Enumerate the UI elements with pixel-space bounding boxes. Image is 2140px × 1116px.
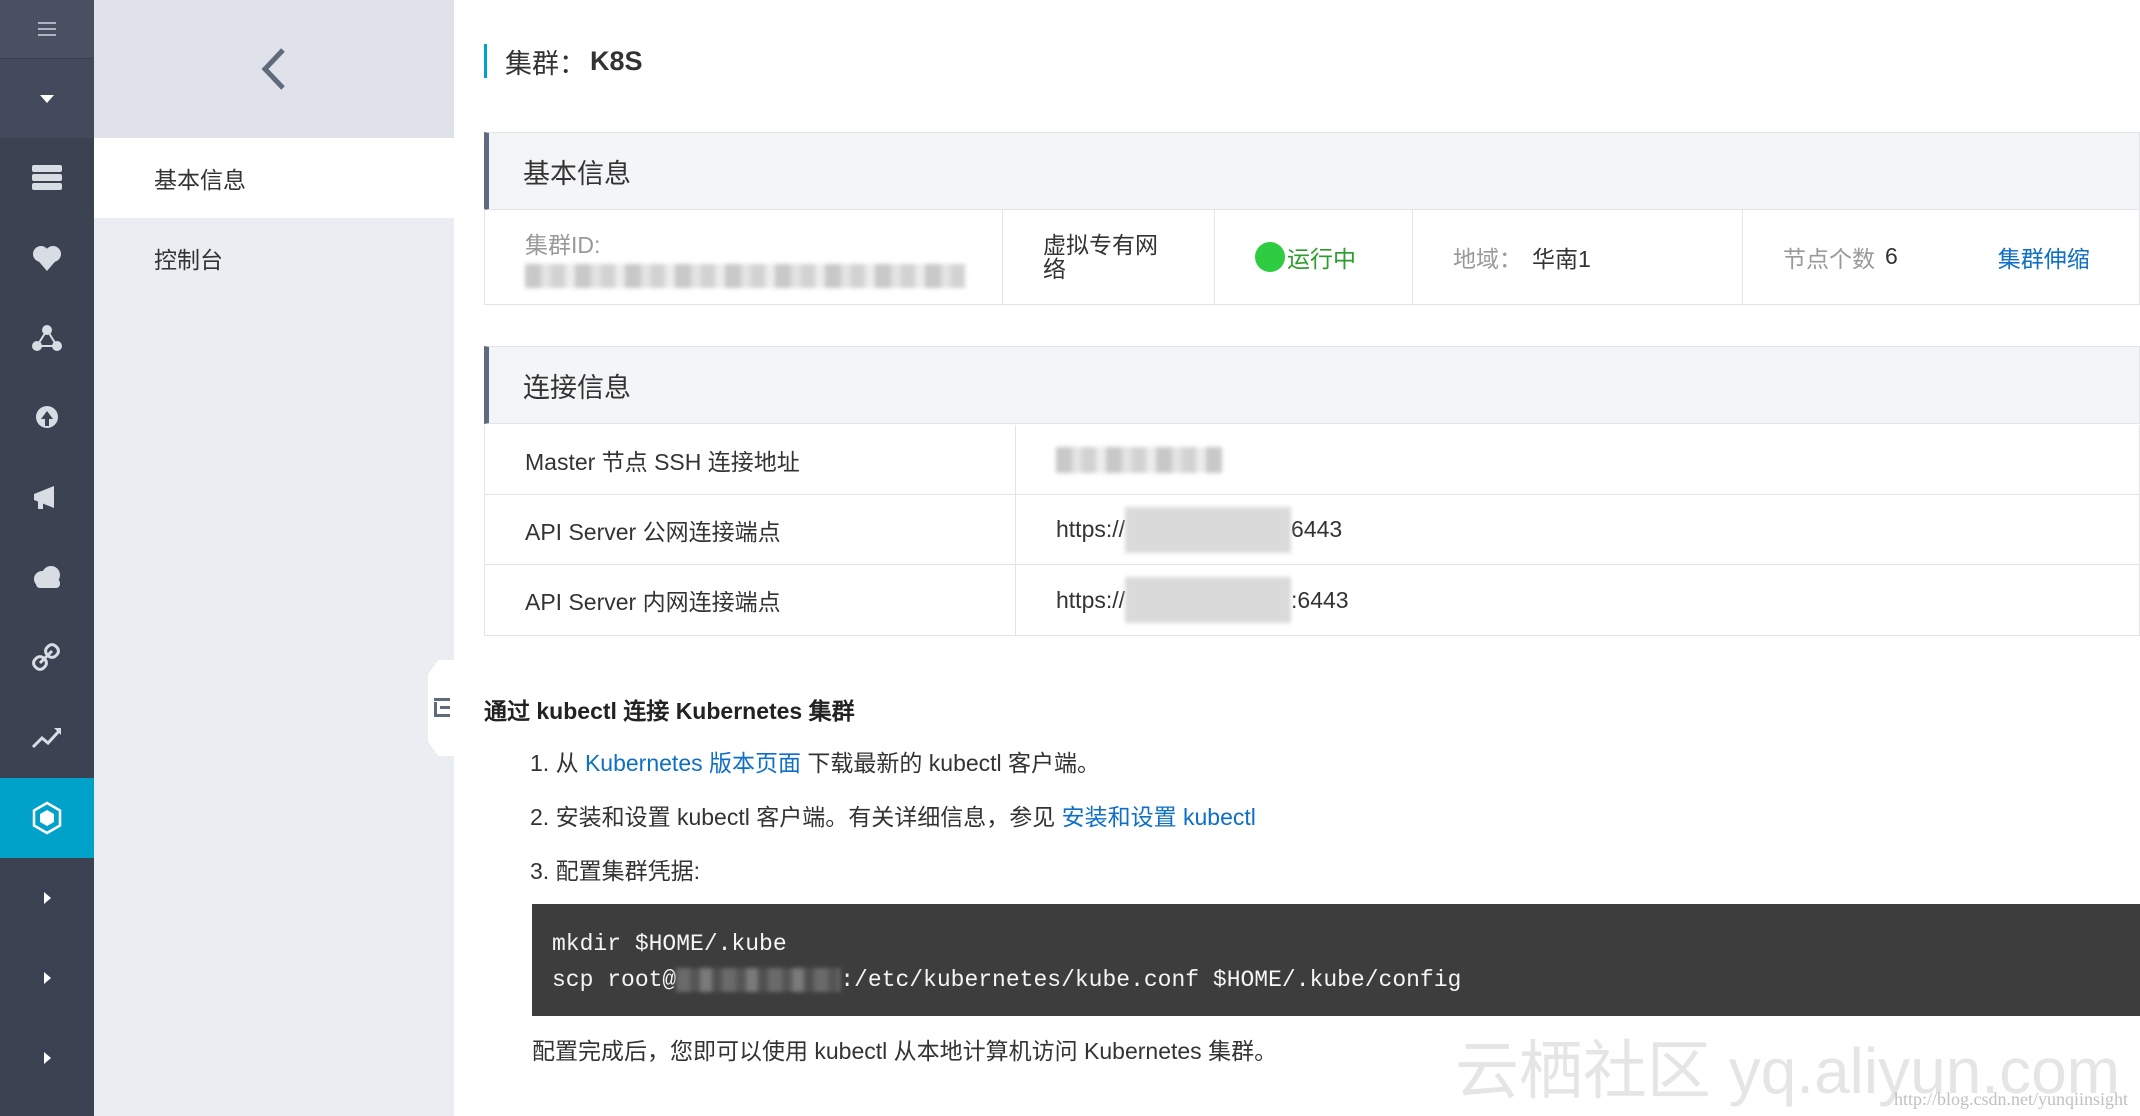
nodes-label: 节点个数 — [1783, 245, 1875, 272]
table-row: Master 节点 SSH 连接地址 — [485, 425, 2139, 495]
row-key: Master 节点 SSH 连接地址 — [485, 425, 1016, 494]
icon-rail — [0, 0, 94, 1116]
install-kubectl-link[interactable]: 安装和设置 kubectl — [1062, 804, 1256, 830]
completion-note: 配置完成后，您即可以使用 kubectl 从本地计算机访问 Kubernetes… — [532, 1038, 1278, 1064]
endpoint-prefix: https:// — [1056, 516, 1126, 542]
code-line-2: scp root@ :/etc/kubernetes/kube.conf $HOM… — [552, 962, 2140, 998]
rail-item-container-service[interactable] — [0, 778, 94, 858]
basic-info-title: 基本信息 — [523, 158, 631, 189]
network-icon — [32, 325, 62, 351]
rail-item-cloud-box[interactable] — [0, 218, 94, 298]
cluster-id-label: 集群ID: — [525, 231, 601, 258]
public-endpoint-redacted — [1125, 506, 1292, 553]
caret-right-icon — [44, 1052, 51, 1064]
cloud-box-icon — [33, 246, 61, 271]
link-icon — [32, 643, 60, 671]
ssh-address-redacted — [1056, 446, 1222, 473]
network-label: 虚拟专有网络 — [1043, 231, 1158, 282]
rail-item-cloud-storage[interactable] — [0, 538, 94, 618]
rail-expand-1[interactable] — [0, 858, 94, 938]
rail-item-servers[interactable] — [0, 138, 94, 218]
back-button[interactable] — [94, 0, 454, 138]
endpoint-suffix: :6443 — [1291, 586, 1349, 613]
step-1-pre: 1. 从 — [530, 750, 585, 776]
caret-right-icon — [44, 892, 51, 904]
nodes-value: 6 — [1885, 243, 1898, 269]
rail-item-monitoring[interactable] — [0, 698, 94, 778]
endpoint-prefix: https:// — [1056, 586, 1126, 613]
row-key: API Server 公网连接端点 — [485, 495, 1016, 564]
chevron-left-icon — [261, 48, 285, 90]
cluster-scale-link[interactable]: 集群伸缩 — [1998, 240, 2090, 274]
connection-info-title: 连接信息 — [523, 372, 631, 403]
region-cell: 地域： 华南1 — [1413, 209, 1743, 304]
watermark-url: http://blog.csdn.net/yunqiinsight — [1894, 1089, 2128, 1109]
collapse-icon — [434, 698, 450, 717]
code-line-2-pre: scp root@ — [552, 967, 677, 993]
step-2-pre: 2. 安装和设置 kubectl 客户端。有关详细信息，参见 — [530, 804, 1062, 830]
status-cell: 运行中 — [1215, 209, 1413, 304]
rail-expand-3[interactable] — [0, 1018, 94, 1098]
step-2: 2. 安装和设置 kubectl 客户端。有关详细信息，参见 安装和设置 kub… — [530, 798, 1256, 832]
sidebar-item-label: 基本信息 — [154, 167, 246, 193]
step-1-post: 下载最新的 kubectl 客户端。 — [801, 750, 1101, 776]
table-row: API Server 内网连接端点 https:// :6443 — [485, 565, 2139, 635]
megaphone-icon — [34, 486, 54, 509]
caret-right-icon — [44, 972, 51, 984]
hamburger-icon — [38, 22, 56, 36]
rail-item-link[interactable] — [0, 618, 94, 698]
code-block[interactable]: mkdir $HOME/.kube scp root@ :/etc/kuberne… — [532, 904, 2140, 1016]
container-service-icon — [32, 801, 62, 835]
row-value: https:// 6443 — [1016, 495, 2139, 564]
cluster-id-cell: 集群ID: — [485, 209, 1003, 304]
trend-chart-icon — [31, 728, 62, 749]
ip-redacted — [676, 967, 841, 992]
endpoint-suffix: 6443 — [1291, 516, 1343, 542]
caret-down-icon — [40, 94, 54, 103]
row-value — [1016, 425, 2139, 494]
region-value: 华南1 — [1532, 245, 1591, 272]
region-label: 地域： — [1453, 245, 1522, 272]
basic-info-row: 集群ID: 虚拟专有网络 运行中 地域： 华南1 节点个数 6 集群伸缩 — [484, 209, 2140, 305]
basic-info-header: 基本信息 — [484, 132, 2140, 210]
kubernetes-releases-link[interactable]: Kubernetes 版本页面 — [585, 750, 801, 776]
code-line-1: mkdir $HOME/.kube — [552, 931, 787, 957]
kubectl-section-title: 通过 kubectl 连接 Kubernetes 集群 — [484, 698, 855, 724]
network-cell: 虚拟专有网络 — [1003, 209, 1215, 304]
rail-item-network[interactable] — [0, 298, 94, 378]
table-row: API Server 公网连接端点 https:// 6443 — [485, 495, 2139, 565]
sidebar-item-label: 控制台 — [154, 247, 223, 273]
collapse-sidebar-button[interactable] — [428, 660, 454, 756]
rail-item-cloud-upload[interactable] — [0, 378, 94, 458]
step-3: 3. 配置集群凭据: — [530, 858, 700, 884]
hamburger-menu-button[interactable] — [0, 0, 94, 58]
row-key: API Server 内网连接端点 — [485, 565, 1016, 635]
connection-info-header: 连接信息 — [484, 346, 2140, 424]
rail-expand-2[interactable] — [0, 938, 94, 1018]
cluster-name: K8S — [590, 45, 643, 76]
page-title: 集群： K8S — [484, 44, 643, 79]
sidebar-item-basic-info[interactable]: 基本信息 — [94, 138, 454, 218]
rail-item-megaphone[interactable] — [0, 458, 94, 538]
connection-table: Master 节点 SSH 连接地址 API Server 公网连接端点 htt… — [484, 425, 2140, 636]
cloud-upload-icon — [36, 406, 58, 428]
row-value: https:// :6443 — [1016, 565, 2139, 635]
secondary-sidebar: 基本信息 控制台 — [94, 0, 454, 1116]
server-icon — [32, 165, 62, 190]
page-title-prefix: 集群： — [505, 48, 586, 79]
expand-button[interactable] — [0, 58, 94, 138]
cluster-id-redacted — [525, 263, 965, 288]
main-content: 集群： K8S 基本信息 集群ID: 虚拟专有网络 运行中 地域： 华南1 节点… — [454, 0, 2140, 1116]
sidebar-item-console[interactable]: 控制台 — [94, 218, 454, 298]
code-line-2-post: :/etc/kubernetes/kube.conf $HOME/.kube/c… — [840, 967, 1462, 993]
status-badge: 运行中 — [1287, 245, 1356, 272]
status-dot-icon — [1255, 241, 1285, 272]
nodes-cell: 节点个数 6 集群伸缩 — [1743, 209, 2139, 304]
cloud-storage-icon — [34, 566, 60, 588]
step-1: 1. 从 Kubernetes 版本页面 下载最新的 kubectl 客户端。 — [530, 744, 1100, 778]
private-endpoint-redacted — [1125, 577, 1292, 623]
